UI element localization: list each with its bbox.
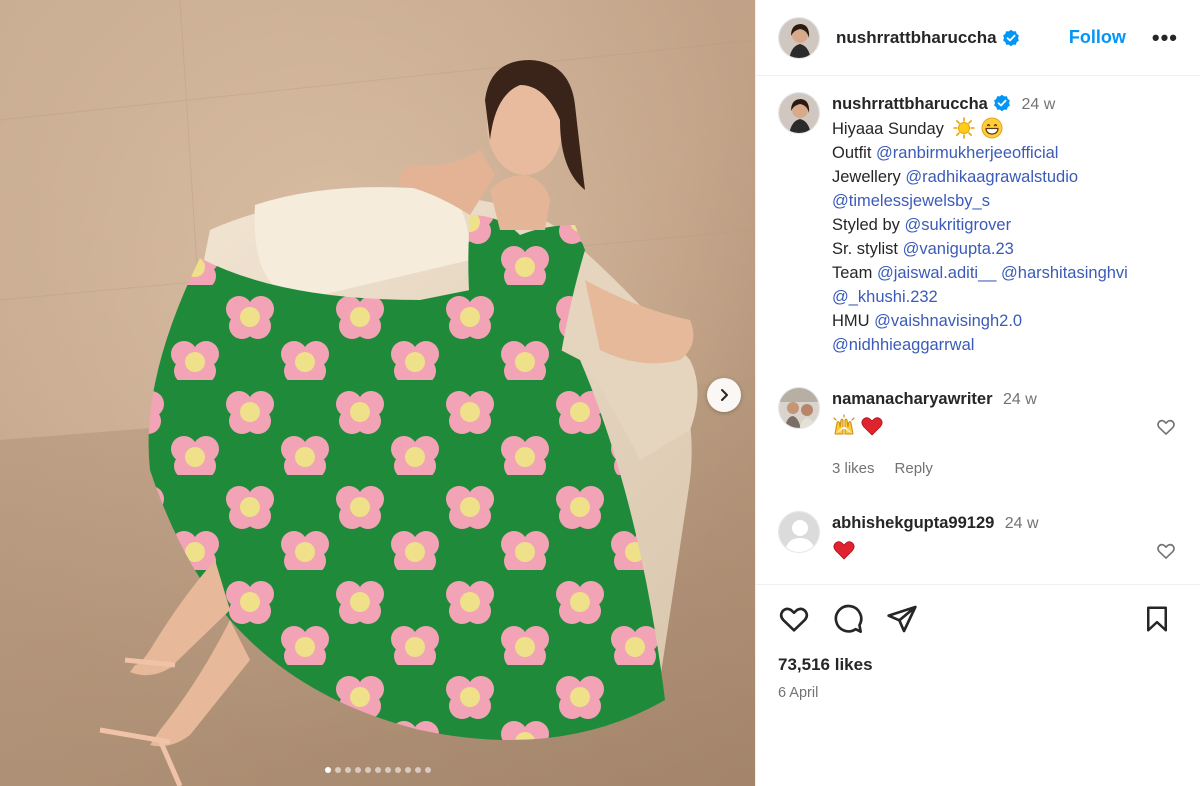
mention-link[interactable]: @sukritigrover <box>904 216 1011 234</box>
mention-link[interactable]: @timelessjewelsby_s <box>832 192 990 210</box>
carousel-dot <box>354 767 361 773</box>
red-heart-emoji-icon <box>833 541 855 560</box>
post-media[interactable] <box>0 0 755 786</box>
caption-first-line: Hiyaaa Sunday <box>832 120 944 138</box>
likes-count[interactable]: 73,516 likes <box>778 655 1178 675</box>
avatar-image <box>779 17 819 58</box>
hmu-label: HMU <box>832 312 870 330</box>
outfit-label: Outfit <box>832 144 872 162</box>
chevron-right-icon <box>721 389 728 401</box>
caption-username[interactable]: nushrrattbharuccha <box>832 95 988 113</box>
carousel-dot <box>364 767 371 773</box>
comments-section[interactable]: nushrrattbharuccha 24 w Hiyaaa Sunday Ou… <box>756 76 1200 584</box>
styled-label: Styled by <box>832 216 900 234</box>
verified-badge-icon <box>1002 29 1019 46</box>
carousel-dot <box>344 767 351 773</box>
carousel-dot <box>394 767 401 773</box>
avatar-image <box>779 93 819 133</box>
commenter-username[interactable]: namanacharyawriter <box>832 390 993 408</box>
raising-hands-emoji-icon <box>833 414 855 435</box>
comment-time[interactable]: 24 w <box>1003 391 1037 408</box>
sun-emoji-icon <box>952 117 975 139</box>
comment-item: abhishekgupta99129 24 w <box>778 511 1178 565</box>
commenter-avatar[interactable] <box>778 387 820 429</box>
commenter-username[interactable]: abhishekgupta99129 <box>832 514 994 532</box>
comment-bubble-icon <box>834 604 863 633</box>
share-button[interactable] <box>886 603 918 635</box>
paper-plane-icon <box>887 605 917 633</box>
carousel-dot <box>404 767 411 773</box>
caption-avatar[interactable] <box>778 92 820 134</box>
save-button[interactable] <box>1142 603 1172 635</box>
mention-link[interactable]: @nidhhieaggarrwal <box>832 336 974 354</box>
carousel-dot <box>424 767 431 773</box>
heart-icon <box>779 607 809 632</box>
caption-time[interactable]: 24 w <box>1021 96 1055 113</box>
grinning-face-emoji-icon <box>981 117 1003 139</box>
carousel-dot <box>374 767 381 773</box>
mention-link[interactable]: @vaishnavisingh2.0 <box>874 312 1022 330</box>
red-heart-emoji-icon <box>861 417 883 436</box>
comment-button[interactable] <box>832 603 864 635</box>
post-header: nushrrattbharuccha Follow ••• <box>756 0 1200 76</box>
team-label: Team <box>832 264 873 282</box>
like-comment-heart-icon[interactable] <box>1156 541 1176 561</box>
like-button[interactable] <box>778 603 810 635</box>
reply-button[interactable]: Reply <box>895 457 933 481</box>
post-actions: 73,516 likes 6 April <box>756 584 1200 786</box>
default-avatar-icon <box>779 512 819 552</box>
post-photo <box>0 0 755 786</box>
bookmark-icon <box>1147 606 1167 632</box>
author-username[interactable]: nushrrattbharuccha <box>836 28 997 48</box>
mention-link[interactable]: @jaiswal.aditi__ <box>877 264 996 282</box>
mention-link[interactable]: @_khushi.232 <box>832 288 938 306</box>
caption: nushrrattbharuccha 24 w Hiyaaa Sunday Ou… <box>778 92 1178 357</box>
post-date[interactable]: 6 April <box>778 685 1178 701</box>
comment-time[interactable]: 24 w <box>1005 515 1039 532</box>
post-side-panel: nushrrattbharuccha Follow ••• nushrrattb… <box>755 0 1200 786</box>
author-avatar[interactable] <box>778 16 820 59</box>
commenter-avatar[interactable] <box>778 511 820 553</box>
more-options-button[interactable]: ••• <box>1152 26 1178 49</box>
verified-badge-icon <box>993 94 1010 112</box>
comment-likes-count[interactable]: 3 likes <box>832 457 875 481</box>
carousel-dot <box>384 767 391 773</box>
avatar-image <box>779 388 819 428</box>
like-comment-heart-icon[interactable] <box>1156 417 1176 437</box>
next-slide-button[interactable] <box>707 378 741 412</box>
carousel-dot <box>334 767 341 773</box>
stylist-label: Sr. stylist <box>832 240 899 258</box>
follow-button[interactable]: Follow <box>1069 27 1126 48</box>
caption-text: nushrrattbharuccha 24 w Hiyaaa Sunday Ou… <box>832 92 1128 357</box>
jewellery-label: Jewellery <box>832 168 901 186</box>
comment-item: namanacharyawriter 24 w 3 likes Reply <box>778 387 1178 481</box>
mention-link[interactable]: @harshitasinghvi <box>1001 264 1128 282</box>
carousel-dot <box>324 767 331 773</box>
mention-link[interactable]: @ranbirmukherjeeofficial <box>876 144 1058 162</box>
carousel-dots <box>0 767 755 773</box>
carousel-dot <box>414 767 421 773</box>
mention-link[interactable]: @radhikaagrawalstudio <box>905 168 1078 186</box>
mention-link[interactable]: @vanigupta.23 <box>903 240 1014 258</box>
